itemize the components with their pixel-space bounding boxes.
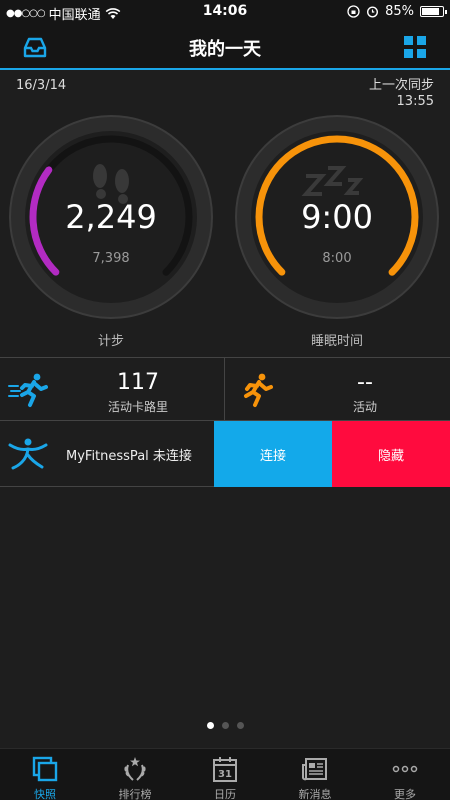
activity-tile[interactable]: -- 活动 bbox=[225, 358, 450, 421]
myfitnesspal-row: MyFitnessPal 未连接 连接 隐藏 bbox=[0, 421, 450, 487]
steps-count: 2,249 bbox=[65, 198, 157, 236]
page-title: 我的一天 bbox=[189, 39, 261, 60]
alarm-icon bbox=[367, 6, 379, 18]
steps-label: 计步 bbox=[97, 334, 124, 349]
running-person-icon bbox=[8, 373, 48, 407]
tab-bar: 快照 排行榜 31 日历 新消息 更多 bbox=[0, 748, 450, 800]
last-sync-label: 上一次同步 bbox=[368, 78, 434, 93]
steps-gauge[interactable]: 2,249 7,398 bbox=[8, 114, 214, 320]
orientation-lock-icon bbox=[347, 5, 360, 18]
page-dot[interactable] bbox=[221, 722, 229, 729]
nav-bar: 我的一天 bbox=[0, 24, 450, 70]
stats-tiles: 117 活动卡路里 -- 活动 bbox=[0, 357, 450, 421]
sleep-goal: 8:00 bbox=[322, 251, 352, 266]
activity-value: -- bbox=[357, 370, 373, 395]
calories-tile[interactable]: 117 活动卡路里 bbox=[0, 358, 225, 421]
grid-menu-icon[interactable] bbox=[402, 34, 428, 60]
current-date: 16/3/14 bbox=[16, 78, 67, 93]
battery-icon bbox=[420, 6, 447, 17]
tab-calendar[interactable]: 31 日历 bbox=[180, 749, 270, 800]
newspaper-icon bbox=[302, 758, 327, 781]
tab-snapshot[interactable]: 快照 bbox=[0, 749, 90, 800]
tab-label: 排行榜 bbox=[118, 788, 152, 800]
sleep-gauge[interactable]: 9:00 8:00 bbox=[234, 114, 440, 320]
more-icon bbox=[392, 765, 418, 773]
calories-value: 117 bbox=[117, 370, 159, 395]
calories-label: 活动卡路里 bbox=[107, 400, 168, 414]
last-sync-time: 13:55 bbox=[396, 94, 434, 109]
tab-news[interactable]: 新消息 bbox=[270, 749, 360, 800]
page-dot[interactable] bbox=[206, 722, 214, 729]
last-sync: 上一次同步 13:55 bbox=[369, 78, 434, 110]
tab-label: 快照 bbox=[34, 788, 56, 800]
tab-label: 日历 bbox=[214, 788, 236, 800]
connect-button[interactable]: 连接 bbox=[214, 421, 332, 487]
page-dot[interactable] bbox=[236, 722, 244, 729]
tab-label: 新消息 bbox=[298, 788, 332, 800]
activity-label: 活动 bbox=[352, 400, 377, 414]
tab-leaderboard[interactable]: 排行榜 bbox=[90, 749, 180, 800]
page-indicator[interactable] bbox=[0, 722, 450, 729]
calendar-day: 31 bbox=[218, 769, 232, 780]
running-person-icon bbox=[244, 373, 273, 407]
sleep-duration: 9:00 bbox=[301, 198, 373, 236]
tab-label: 更多 bbox=[394, 788, 416, 800]
laurel-icon bbox=[124, 757, 146, 781]
status-bar: ●●○○○ 中国联通 14:06 85% bbox=[0, 0, 450, 24]
snapshot-icon bbox=[32, 756, 58, 782]
steps-goal: 7,398 bbox=[92, 251, 130, 266]
myfitnesspal-status: MyFitnessPal 未连接 bbox=[66, 449, 192, 464]
calendar-icon: 31 bbox=[213, 757, 237, 782]
hide-button[interactable]: 隐藏 bbox=[332, 421, 450, 487]
myfitnesspal-logo-icon bbox=[8, 438, 48, 470]
sleep-label: 睡眠时间 bbox=[310, 334, 363, 349]
tab-more[interactable]: 更多 bbox=[360, 749, 450, 800]
battery-percent: 85% bbox=[385, 4, 414, 19]
